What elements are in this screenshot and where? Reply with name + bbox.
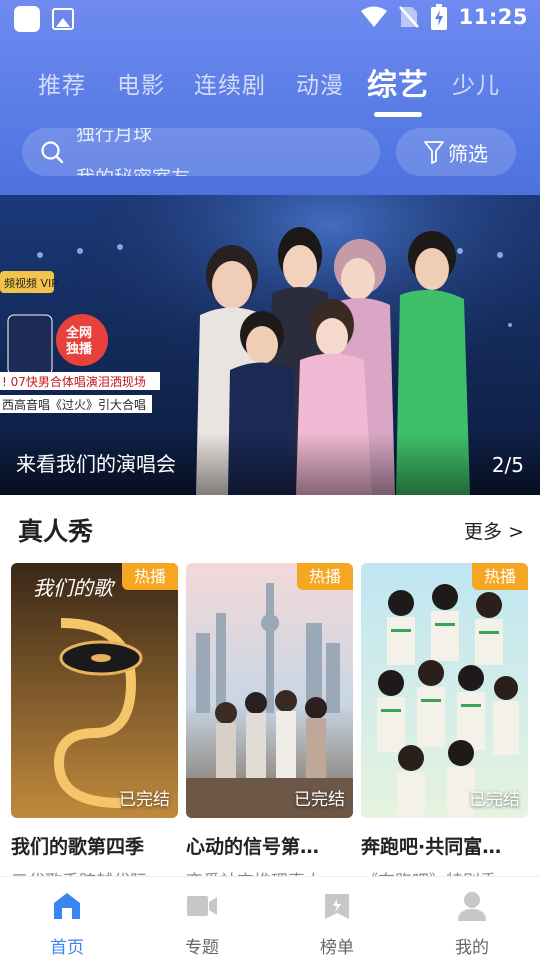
nav-rankings[interactable]: 榜单 [287,889,387,958]
filter-icon [424,141,444,164]
hot-badge: 热播 [297,563,353,590]
nav-profile[interactable]: 我的 [422,889,522,958]
search-hint-carousel: 独行月球 我的秘密室友 [76,128,366,176]
svg-text:全网: 全网 [65,325,92,341]
active-tab-indicator [374,112,422,117]
filter-button[interactable]: 筛选 [396,128,516,176]
show-title: 心动的信号第… [186,836,320,858]
hot-badge: 热播 [122,563,178,590]
completion-status: 已完结 [469,790,520,810]
image-notification-icon [52,8,74,30]
svg-text:频视频 VIP: 频视频 VIP [4,276,58,290]
tab-variety[interactable]: 综艺 [367,60,429,104]
banner-page-indicator: 2/5 [491,453,524,477]
category-tabs: 推荐 电影 连续剧 动漫 综艺 少儿 [0,58,540,120]
search-bar[interactable]: 独行月球 我的秘密室友 [22,128,380,176]
app-notification-icon [14,6,40,32]
tab-series[interactable]: 连续剧 [194,66,266,100]
show-title: 我们的歌第四季 [11,836,145,858]
show-poster: 热播 已完结 [186,563,353,818]
search-hint: 我的秘密室友 [76,158,366,176]
wifi-icon [360,6,387,27]
ranking-icon [325,894,349,919]
section-title: 真人秀 [18,517,94,546]
status-bar: 11:25 [0,0,540,38]
tab-recommend[interactable]: 推荐 [38,66,86,100]
show-card[interactable]: 我们的歌 热播 已完结 我们的歌第四季 三代歌手跨越代际 [11,563,178,892]
tab-movies[interactable]: 电影 [117,66,165,100]
poster-artwork: 我们的歌 [11,563,178,818]
show-list: 我们的歌 热播 已完结 我们的歌第四季 三代歌手跨越代际 [11,563,540,892]
completion-status: 已完结 [119,790,170,810]
search-icon [41,141,64,164]
nav-label: 榜单 [320,938,354,958]
show-card[interactable]: 热播 已完结 心动的信号第… 恋爱社交推理真人 [186,563,353,892]
nav-label: 首页 [50,938,84,958]
video-camera-icon [187,896,217,916]
svg-text:我们的歌: 我们的歌 [33,576,116,600]
profile-icon [458,892,486,921]
completion-status: 已完结 [294,790,345,810]
show-poster: 热播 已完结 [361,563,528,818]
search-hint: 独行月球 [76,128,153,145]
show-poster: 我们的歌 热播 已完结 [11,563,178,818]
bottom-navigation: 首页 专题 榜单 我的 [0,876,540,960]
nav-home[interactable]: 首页 [17,889,117,958]
nav-topics[interactable]: 专题 [152,889,252,958]
banner-title: 来看我们的演唱会 [16,452,176,476]
tab-kids[interactable]: 少儿 [452,66,500,100]
clock: 11:25 [458,5,528,29]
show-title: 奔跑吧·共同富… [361,836,502,858]
poster-artwork [186,563,353,818]
filter-label: 筛选 [448,141,488,166]
header: 11:25 推荐 电影 连续剧 动漫 综艺 少儿 独行月球 我的秘密室友 筛选 [0,0,540,195]
show-card[interactable]: 热播 已完结 奔跑吧·共同富… 《奔跑吧》特别季 [361,563,528,892]
poster-artwork [361,563,528,818]
hot-badge: 热播 [472,563,528,590]
featured-banner[interactable]: 频视频 VIP 全网 独播 ! 07快男合体唱演泪洒现场 西高音唱《过火》引大合… [0,195,540,495]
nav-label: 我的 [455,938,489,958]
svg-text:! 07快男合体唱演泪洒现场: ! 07快男合体唱演泪洒现场 [2,374,146,389]
svg-text:独播: 独播 [66,341,93,357]
battery-charging-icon [430,4,447,30]
home-icon [54,893,80,919]
more-link[interactable]: 更多 > [464,517,524,544]
tab-anime[interactable]: 动漫 [296,66,344,100]
nav-label: 专题 [185,938,219,958]
svg-text:西高音唱《过火》引大合唱: 西高音唱《过火》引大合唱 [2,397,146,412]
no-sim-icon [398,6,419,28]
